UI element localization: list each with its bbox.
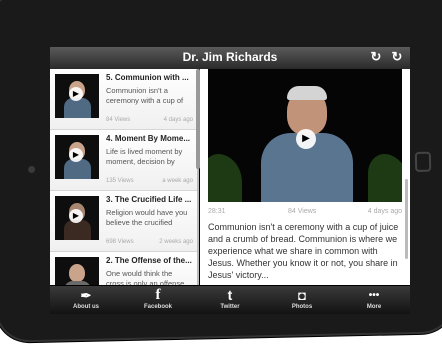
refresh-icon[interactable]: ↻	[368, 49, 384, 65]
list-item[interactable]: 2. The Offense of the... One would think…	[50, 252, 197, 285]
tab-photos[interactable]: ◘ Photos	[266, 286, 338, 314]
list-item-views: 135 Views	[106, 178, 134, 184]
video-thumbnail: ▶	[55, 135, 99, 179]
plant-left	[208, 154, 242, 202]
list-item-description: Communion isn't a ceremony with a cup of	[106, 86, 184, 105]
camera-icon: ◘	[298, 288, 306, 303]
list-item-title: 4. Moment By Mome...	[106, 134, 191, 143]
list-item-description: One would think the cross is only an off…	[106, 269, 185, 285]
video-list: ▶ 5. Communion with ... Communion isn't …	[50, 69, 199, 285]
list-item[interactable]: ▶ 4. Moment By Mome... Life is lived mom…	[50, 130, 197, 191]
tab-facebook[interactable]: f Facebook	[122, 286, 194, 314]
refresh-icon-secondary[interactable]: ↻	[389, 49, 405, 65]
quill-icon: ✒	[80, 288, 92, 303]
list-item-views: 698 Views	[106, 239, 134, 245]
more-icon: •••	[368, 290, 380, 301]
play-icon[interactable]: ▶	[296, 129, 316, 149]
tab-more[interactable]: ••• More	[338, 286, 410, 314]
app-screen: Dr. Jim Richards ↻ ↻ ▶ 5. Communion with…	[50, 47, 410, 314]
tab-label: More	[366, 304, 382, 310]
list-item-description: Life is lived moment by moment, decision…	[106, 147, 183, 166]
list-item-title: 2. The Offense of the...	[106, 256, 192, 265]
play-icon: ▶	[69, 209, 83, 223]
detail-scrollbar[interactable]	[405, 179, 408, 259]
play-icon: ▶	[69, 87, 83, 101]
video-age: 4 days ago	[367, 208, 402, 215]
video-thumbnail: ▶	[55, 74, 99, 118]
plant-right	[368, 154, 402, 202]
tab-label: Facebook	[143, 304, 172, 310]
home-button[interactable]	[414, 151, 432, 172]
tab-bar: ✒ About us f Facebook t Twitter ◘ Photos…	[50, 285, 410, 314]
twitter-icon: t	[227, 287, 233, 303]
play-icon: ▶	[69, 148, 83, 162]
list-item-age: 2 weeks ago	[159, 239, 193, 245]
tab-label: About us	[73, 304, 99, 310]
camera-dot	[28, 165, 36, 174]
video-duration: 28:31	[208, 208, 226, 215]
list-item-title: 5. Communion with ...	[106, 73, 189, 82]
tab-about-us[interactable]: ✒ About us	[50, 286, 122, 314]
video-thumbnail: ▶	[55, 196, 99, 240]
list-item-title: 3. The Crucified Life ...	[106, 195, 192, 204]
tab-label: Photos	[291, 304, 313, 310]
video-detail: ▶ 28:31 84 Views 4 days ago Communion is…	[200, 69, 410, 285]
video-views: 84 Views	[288, 208, 317, 215]
video-player[interactable]: ▶	[208, 69, 402, 202]
list-item[interactable]: ▶ 5. Communion with ... Communion isn't …	[50, 69, 197, 130]
tab-label: Twitter	[220, 304, 240, 310]
list-item-age: a week ago	[162, 178, 193, 184]
speaker-hair	[287, 86, 327, 100]
video-description: Communion isn't a ceremony with a cup of…	[208, 222, 399, 280]
list-item-age: 4 days ago	[163, 117, 193, 123]
list-item-description: Religion would have you believe the cruc…	[106, 208, 188, 227]
facebook-icon: f	[155, 287, 161, 303]
list-item[interactable]: ▶ 3. The Crucified Life ... Religion wou…	[50, 191, 197, 252]
list-item-views: 84 Views	[106, 117, 131, 123]
nav-bar: Dr. Jim Richards ↻ ↻	[50, 47, 410, 70]
tab-twitter[interactable]: t Twitter	[194, 286, 266, 314]
page-title: Dr. Jim Richards	[182, 50, 278, 64]
video-thumbnail	[55, 257, 99, 285]
